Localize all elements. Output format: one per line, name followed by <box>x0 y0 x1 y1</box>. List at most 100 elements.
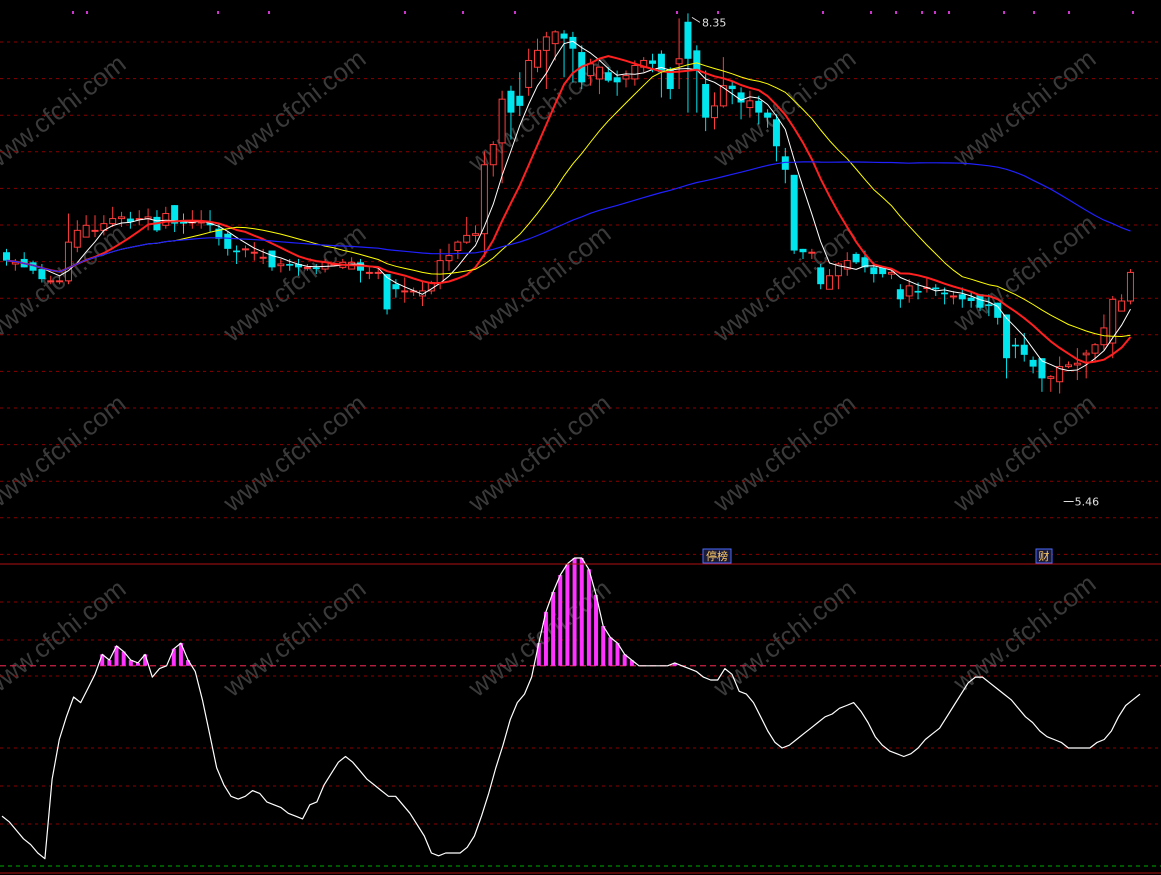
candle <box>852 252 860 264</box>
osc-bar <box>608 637 613 666</box>
event-dot <box>1068 11 1070 14</box>
candle-body-down <box>985 304 993 307</box>
candle-body-down <box>896 289 904 300</box>
candle-body-up <box>525 59 533 88</box>
candle-body-up <box>56 280 64 283</box>
candle-body-up <box>542 36 550 51</box>
osc-bar <box>586 569 591 666</box>
event-dot <box>895 11 897 14</box>
osc-bar <box>565 563 570 666</box>
candle-body-down <box>693 50 701 71</box>
candle-body-up <box>82 224 90 238</box>
event-dot <box>514 11 516 14</box>
candle-body-up <box>47 280 55 283</box>
candle-body-up <box>949 295 957 298</box>
event-dot <box>1033 11 1035 14</box>
event-dot <box>86 11 88 14</box>
event-dot <box>404 11 406 14</box>
candle <box>383 274 391 315</box>
osc-bar <box>615 643 620 666</box>
candle-body-down <box>728 85 736 90</box>
event-dot <box>72 11 74 14</box>
candle-body-up <box>303 266 311 269</box>
candle-body-up <box>241 248 249 251</box>
candle-body-up <box>401 290 409 293</box>
event-marker-2[interactable]: 财 <box>1035 548 1053 564</box>
candle-body-up <box>622 75 630 80</box>
candle-body-up <box>1126 271 1134 302</box>
candle-body-down <box>772 119 780 147</box>
candle-body-up <box>675 58 683 65</box>
candle-body-down <box>1029 359 1037 367</box>
candle-body-up <box>826 275 834 290</box>
candle-body-down <box>233 250 241 253</box>
event-dot <box>268 11 270 14</box>
candle-body-up <box>888 271 895 275</box>
candle-body-up <box>595 66 603 80</box>
stock-chart: www.cfchi.com www.cfchi.com www.cfchi.com w… <box>0 0 1161 875</box>
candle-body-up <box>374 271 382 274</box>
candle-body-up <box>64 241 72 282</box>
candle-body-up <box>1100 327 1108 346</box>
candle-body-down <box>852 253 860 263</box>
candle-body-up <box>250 251 258 254</box>
candle-body-down <box>817 267 825 285</box>
candle-body-up <box>118 216 126 220</box>
candle-body-down <box>1011 344 1019 347</box>
event-marker-1[interactable]: 停榜 <box>702 548 732 564</box>
osc-bar <box>601 626 606 666</box>
event-dot <box>676 11 678 14</box>
candle-body-down <box>392 284 400 290</box>
candle-body-down <box>790 174 798 251</box>
candle-body-up <box>1065 364 1072 368</box>
candle-body-up <box>445 255 453 262</box>
event-dot <box>934 11 936 14</box>
event-dot <box>217 11 219 14</box>
osc-bar <box>536 643 541 666</box>
candle-body-down <box>560 33 568 39</box>
candle-body-up <box>109 218 117 225</box>
candle <box>790 174 798 254</box>
candle-body-down <box>516 95 524 106</box>
candle-body-down <box>799 248 807 253</box>
candle-body-up <box>489 144 497 166</box>
candle-body-up <box>711 105 718 119</box>
candle-body-up <box>480 164 488 235</box>
candle-body-down <box>3 252 10 261</box>
candle-body-down <box>967 297 975 302</box>
event-marker-2-label: 财 <box>1039 549 1050 563</box>
candle-body-down <box>764 112 772 118</box>
candle-body-down <box>914 290 922 293</box>
candle-body-up <box>365 271 373 274</box>
event-dot <box>1132 11 1134 14</box>
candle-body-down <box>604 72 612 81</box>
event-dot <box>462 11 464 14</box>
high-price-label: 8.35 <box>702 16 727 29</box>
candle-body-up <box>162 213 170 226</box>
candle-body-up <box>91 229 99 232</box>
candle-body-up <box>1082 352 1090 356</box>
candle-body-down <box>507 90 515 113</box>
candle-body-up <box>631 65 639 80</box>
candle-body-up <box>472 233 480 236</box>
candle-body-up <box>1047 376 1055 379</box>
candle-body-down <box>1020 344 1028 355</box>
event-dot <box>870 11 872 14</box>
event-dot <box>1003 11 1005 14</box>
osc-bar <box>558 575 563 666</box>
candle-body-down <box>870 267 878 275</box>
candle-body-up <box>808 251 816 254</box>
low-price-label: 5.46 <box>1075 495 1100 508</box>
candle-body-down <box>286 263 294 266</box>
candle-body-up <box>498 98 506 144</box>
event-marker-1-label: 停榜 <box>706 549 728 563</box>
candle-body-up <box>905 285 913 297</box>
candle-body-up <box>1118 300 1126 312</box>
event-dot <box>822 11 824 14</box>
candle-body-down <box>958 294 966 300</box>
osc-bar <box>594 594 599 666</box>
event-dot <box>717 11 719 14</box>
candle-body-down <box>684 21 692 59</box>
candle-body-down <box>941 292 949 295</box>
candle-body-up <box>746 100 754 109</box>
